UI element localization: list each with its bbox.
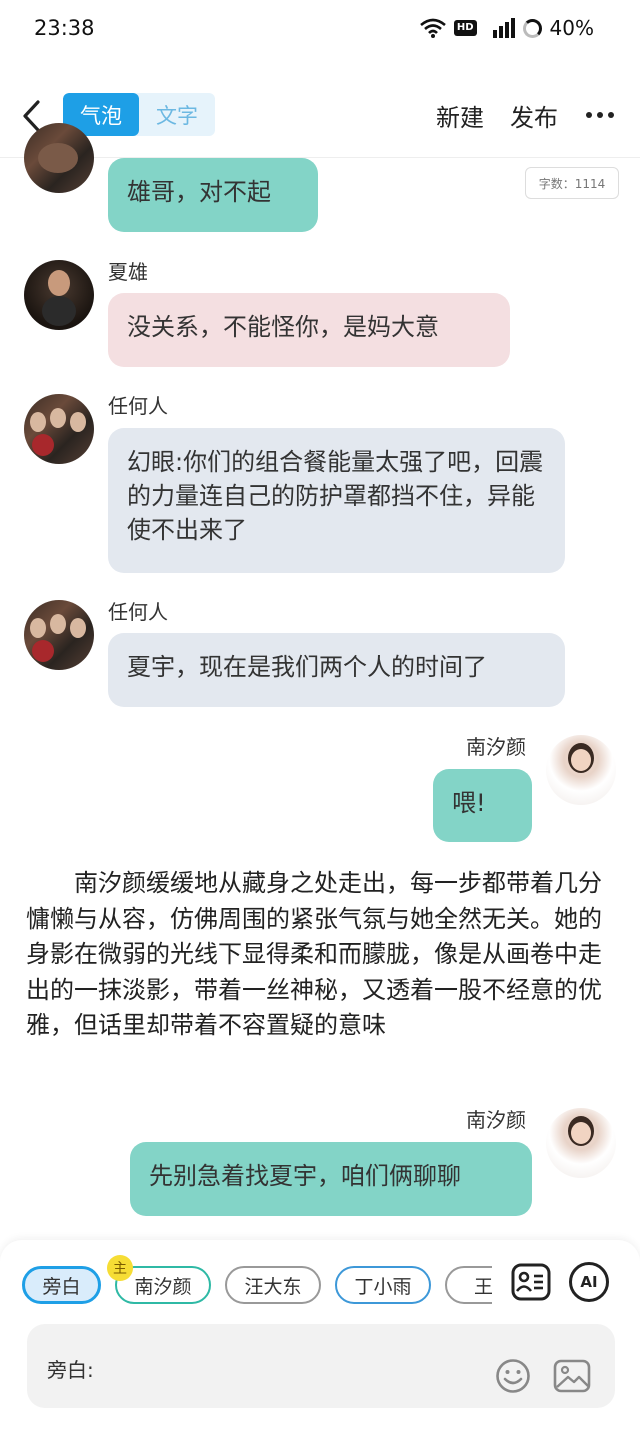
image-icon[interactable] bbox=[553, 1358, 591, 1394]
ai-assist-icon[interactable]: AI bbox=[569, 1262, 609, 1302]
speaker-name: 夏雄 bbox=[108, 260, 148, 284]
avatar[interactable] bbox=[24, 260, 94, 330]
tab-text[interactable]: 文字 bbox=[139, 93, 215, 136]
avatar[interactable] bbox=[24, 600, 94, 670]
status-time: 23:38 bbox=[34, 16, 95, 40]
toolbar: 气泡 文字 新建 发布 bbox=[0, 84, 640, 148]
publish-button[interactable]: 发布 bbox=[510, 98, 558, 133]
message-bubble[interactable]: 夏宇，现在是我们两个人的时间了 bbox=[108, 633, 565, 707]
bottom-panel: 旁白 南汐颜 汪大东 丁小雨 王亚 AI 旁白: bbox=[0, 1240, 640, 1433]
speaker-name: 南汐颜 bbox=[466, 1108, 526, 1132]
avatar[interactable] bbox=[24, 394, 94, 464]
battery-percent: 40% bbox=[549, 16, 594, 40]
message-bubble[interactable]: 雄哥，对不起 bbox=[108, 158, 318, 232]
avatar[interactable] bbox=[546, 1108, 616, 1178]
role-card-icon[interactable] bbox=[511, 1262, 551, 1302]
message-input[interactable]: 旁白: bbox=[27, 1324, 615, 1408]
role-selector: 旁白 南汐颜 汪大东 丁小雨 王亚 bbox=[22, 1266, 492, 1304]
role-chip-narrator[interactable]: 旁白 bbox=[22, 1266, 101, 1304]
hd-icon: HD bbox=[453, 20, 477, 36]
speaker-name: 任何人 bbox=[108, 600, 168, 624]
input-speaker-label: 旁白: bbox=[47, 1358, 94, 1382]
avatar[interactable] bbox=[24, 123, 94, 193]
role-chip[interactable]: 汪大东 bbox=[225, 1266, 321, 1304]
narration-text[interactable]: 南汐颜缓缓地从藏身之处走出，每一步都带着几分慵懒与从容，仿佛周围的紧张气氛与她全… bbox=[26, 866, 610, 1044]
wifi-icon bbox=[420, 18, 446, 38]
emoji-icon[interactable] bbox=[495, 1358, 531, 1394]
new-button[interactable]: 新建 bbox=[436, 98, 484, 133]
message-bubble[interactable]: 没关系，不能怪你，是妈大意 bbox=[108, 293, 510, 367]
toolbar-divider bbox=[0, 157, 640, 158]
battery-ring-icon bbox=[522, 18, 542, 38]
message-bubble[interactable]: 喂! bbox=[433, 769, 532, 842]
more-menu-icon[interactable] bbox=[586, 112, 614, 118]
word-count-badge: 字数：1114 bbox=[525, 167, 619, 199]
signal-icon bbox=[492, 18, 515, 38]
avatar[interactable] bbox=[546, 735, 616, 805]
message-bubble[interactable]: 先别急着找夏宇，咱们俩聊聊 bbox=[130, 1142, 532, 1216]
message-bubble[interactable]: 幻眼:你们的组合餐能量太强了吧，回震的力量连自己的防护罩都挡不住，异能使不出来了 bbox=[108, 428, 565, 573]
role-chip[interactable]: 王亚 bbox=[445, 1266, 492, 1304]
status-bar: 23:38 HD 40% bbox=[0, 0, 640, 60]
status-icons: HD 40% bbox=[420, 16, 594, 40]
speaker-name: 任何人 bbox=[108, 394, 168, 418]
host-badge: 主 bbox=[107, 1255, 133, 1281]
mode-toggle: 气泡 文字 bbox=[63, 93, 215, 136]
role-chip[interactable]: 丁小雨 bbox=[335, 1266, 431, 1304]
speaker-name: 南汐颜 bbox=[466, 735, 526, 759]
